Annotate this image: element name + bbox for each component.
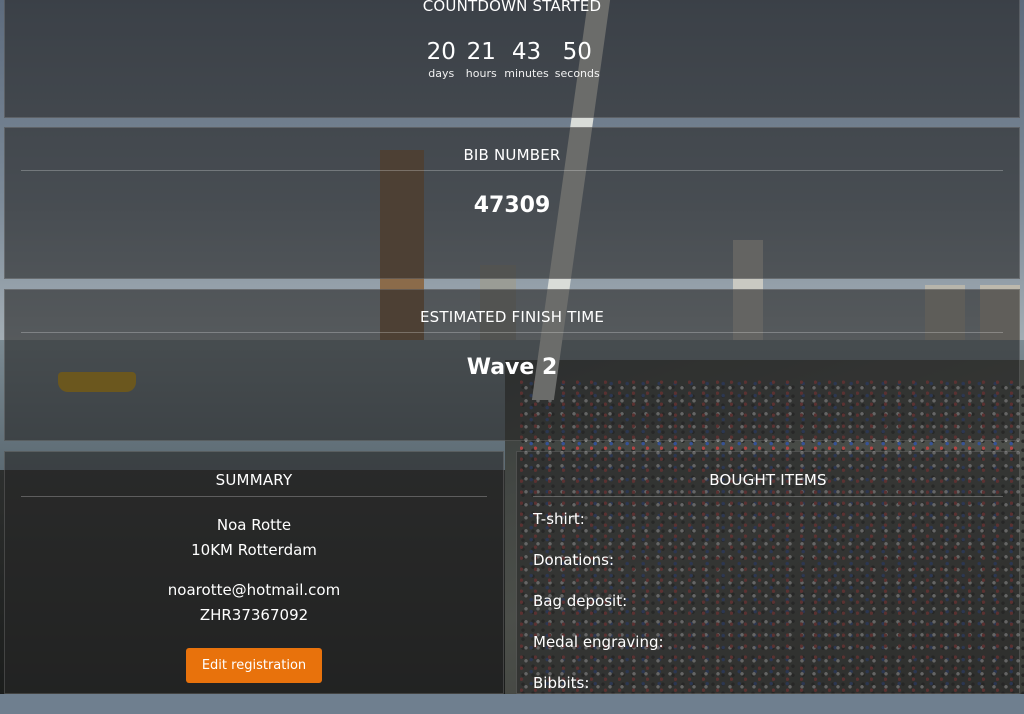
- item-medal-engraving: Medal engraving:: [533, 633, 664, 651]
- countdown-minutes-value: 43: [511, 39, 542, 65]
- bib-number-value: 47309: [473, 193, 551, 218]
- finish-time-value: Wave 2: [466, 355, 558, 380]
- countdown-hours: 21 hours: [464, 39, 498, 80]
- countdown-minutes-label: minutes: [504, 67, 549, 80]
- countdown-panel: COUNTDOWN STARTED 20 days 21 hours 43 mi…: [4, 0, 1020, 118]
- countdown-title: COUNTDOWN STARTED: [422, 0, 602, 15]
- countdown-days-value: 20: [426, 39, 456, 65]
- item-tshirt: T-shirt:: [533, 510, 585, 528]
- finish-time-panel: ESTIMATED FINISH TIME Wave 2: [4, 289, 1020, 441]
- divider: [533, 496, 1003, 497]
- bought-items-title: BOUGHT ITEMS: [709, 471, 827, 489]
- bib-number-title: BIB NUMBER: [463, 146, 561, 164]
- participant-email: noarotte@hotmail.com: [167, 581, 341, 599]
- divider: [21, 170, 1003, 171]
- participant-name: Noa Rotte: [216, 516, 292, 534]
- event-name: 10KM Rotterdam: [191, 541, 317, 559]
- countdown-timer: 20 days 21 hours 43 minutes 50 seconds: [5, 39, 1019, 80]
- summary-panel: SUMMARY Noa Rotte 10KM Rotterdam noarott…: [4, 451, 504, 694]
- item-donations: Donations:: [533, 551, 615, 569]
- bib-number-panel: BIB NUMBER 47309: [4, 127, 1020, 279]
- bought-items-panel: BOUGHT ITEMS T-shirt: Donations: Bag dep…: [516, 451, 1020, 694]
- registration-code: ZHR37367092: [199, 606, 309, 624]
- finish-time-title: ESTIMATED FINISH TIME: [419, 308, 605, 326]
- divider: [21, 496, 487, 497]
- countdown-days-label: days: [428, 67, 455, 80]
- countdown-hours-value: 21: [466, 39, 496, 65]
- summary-title: SUMMARY: [215, 471, 293, 489]
- divider: [21, 332, 1003, 333]
- countdown-seconds-value: 50: [562, 39, 592, 65]
- countdown-days: 20 days: [424, 39, 458, 80]
- countdown-seconds-label: seconds: [554, 67, 600, 80]
- edit-registration-button[interactable]: Edit registration: [185, 648, 323, 683]
- countdown-hours-label: hours: [465, 67, 497, 80]
- item-bag-deposit: Bag deposit:: [533, 592, 628, 610]
- countdown-minutes: 43 minutes: [504, 39, 549, 80]
- countdown-seconds: 50 seconds: [555, 39, 600, 80]
